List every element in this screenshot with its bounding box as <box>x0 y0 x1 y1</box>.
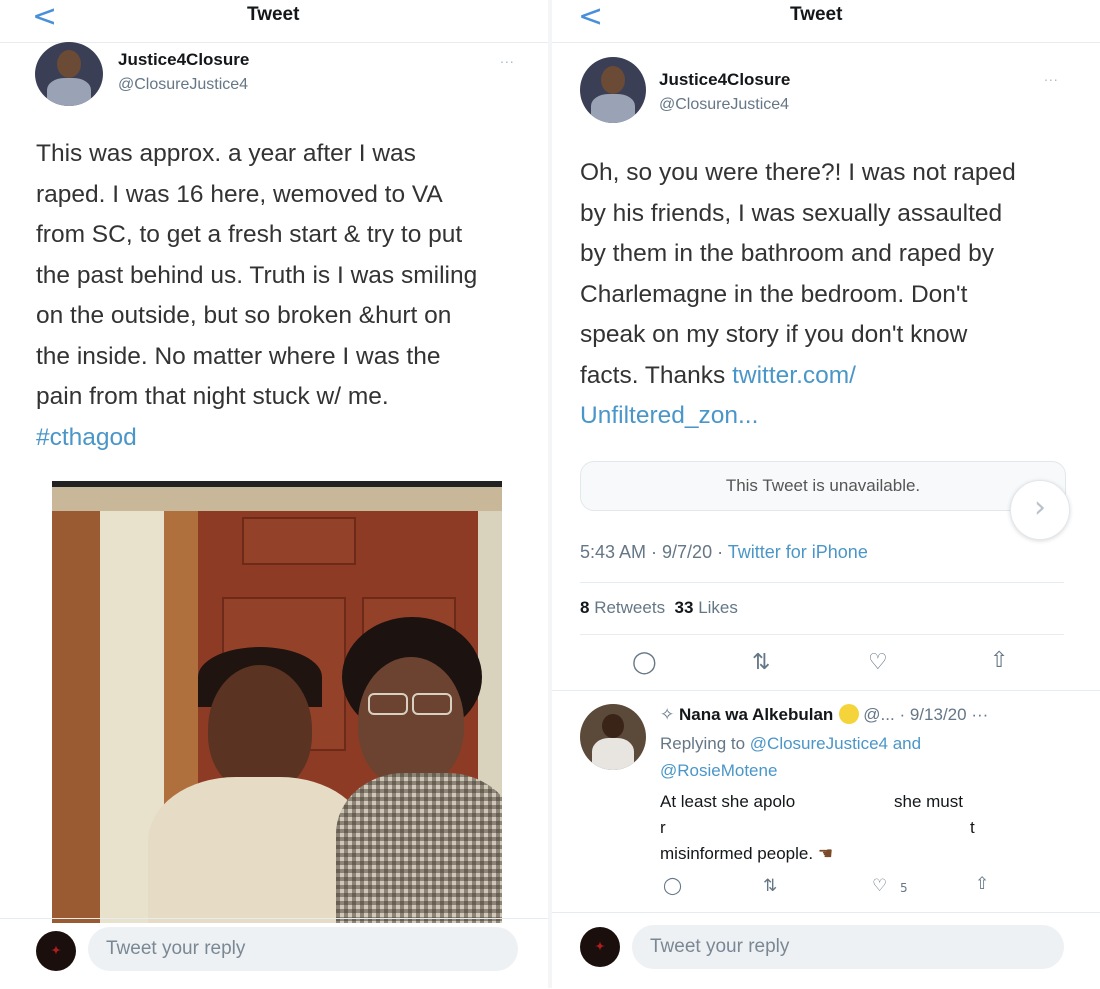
heart-icon[interactable]: ♡ <box>868 652 888 674</box>
tweet-timestamp: 5:43 AM · 9/7/20 · Twitter for iPhone <box>580 542 868 563</box>
share-icon[interactable]: ⇧ <box>975 876 989 893</box>
engagement-stats: 8 Retweets 33 Likes <box>580 598 738 618</box>
tweet-text-line: on the outside, but so broken &hurt on <box>36 302 452 329</box>
replier-name-row: ✧ Nana wa Alkebulan @... · 9/13/20 ··· <box>660 704 988 725</box>
tweet-text-line: the inside. No matter where I was the <box>36 342 441 370</box>
reply-bar: ✦ Tweet your reply <box>0 918 548 988</box>
likes-count[interactable]: 33 <box>675 598 694 617</box>
mention-link[interactable]: @RosieMotene <box>660 761 777 780</box>
tweet-text-line: speak on my story if you don't know <box>580 321 968 348</box>
author-name[interactable]: Justice4Closure <box>118 50 249 70</box>
comment-icon[interactable]: ◯ <box>632 652 657 674</box>
back-chevron-icon[interactable]: < <box>578 2 603 32</box>
reply-text-fragment: she must <box>894 792 963 811</box>
reply-input[interactable]: Tweet your reply <box>632 925 1064 969</box>
quoted-tweet-unavailable[interactable]: This Tweet is unavailable. <box>580 461 1066 511</box>
reply-text-fragment: t <box>970 818 975 837</box>
author-handle[interactable]: @ClosureJustice4 <box>118 76 248 94</box>
mention-link[interactable]: @ClosureJustice4 <box>750 734 888 753</box>
author-handle[interactable]: @ClosureJustice4 <box>659 96 789 114</box>
more-options-icon[interactable]: ... <box>500 50 515 66</box>
nav-title: Tweet <box>247 4 300 25</box>
reply-input[interactable]: Tweet your reply <box>88 927 518 971</box>
tweet-text-line: from SC, to get a fresh start & try to p… <box>36 221 463 248</box>
chevron-right-icon[interactable]: › <box>1010 480 1070 540</box>
replying-and: and <box>887 734 922 753</box>
replying-prefix: Replying to <box>660 734 750 753</box>
reply-text-fragment: misinformed people. <box>660 844 814 863</box>
retweets-count[interactable]: 8 <box>580 598 589 617</box>
source-link[interactable]: Twitter for iPhone <box>728 542 868 562</box>
tweet-text: Oh, so you were there?! I was not raped … <box>580 153 1085 437</box>
muted-icon: ✧ <box>660 705 675 724</box>
hashtag-link[interactable]: #cthagod <box>36 418 536 459</box>
more-options-icon[interactable]: ... <box>1044 68 1059 84</box>
yellow-circle-emoji-icon <box>839 704 860 724</box>
retweet-icon[interactable]: ⇅ <box>752 652 770 674</box>
left-tweet-screen: < Tweet Justice4Closure @ClosureJustice4… <box>0 0 548 988</box>
likes-label[interactable]: Likes <box>698 598 738 617</box>
reply-text-fragment: r <box>660 818 666 837</box>
current-user-avatar: ✦ <box>580 927 620 967</box>
tweet-link-continued[interactable]: Unfiltered_zon... <box>580 396 1085 437</box>
tweet-link[interactable]: twitter.com/ <box>732 362 856 389</box>
time-text: 5:43 AM · 9/7/20 · <box>580 542 728 562</box>
tweet-text-line: This was approx. a year after I was <box>36 140 416 167</box>
tweet-photo[interactable] <box>52 481 502 923</box>
reply-text-fragment: At least she apolo <box>660 792 796 811</box>
replier-handle[interactable]: @... <box>863 705 894 724</box>
pointing-emoji-icon: ☚ <box>817 844 834 863</box>
author-avatar[interactable] <box>580 57 646 123</box>
author-avatar[interactable] <box>35 42 103 106</box>
replying-to: Replying to @ClosureJustice4 and @RosieM… <box>660 730 921 784</box>
retweet-icon[interactable]: ⇅ <box>763 878 777 895</box>
current-user-avatar: ✦ <box>36 931 76 971</box>
comment-icon[interactable]: ◯ <box>663 878 682 895</box>
tweet-text-line: Charlemagne in the bedroom. Don't <box>580 280 968 308</box>
reply-like-count: 5 <box>900 881 908 895</box>
reply-text: At least she apolo she must r t misinfor… <box>660 789 1060 867</box>
tweet-text-line: Oh, so you were there?! I was not raped <box>580 159 1016 186</box>
tweet-text: This was approx. a year after I was rape… <box>36 134 536 458</box>
tweet-text-line: by them in the bathroom and raped by <box>580 240 995 267</box>
nav-title: Tweet <box>790 4 843 25</box>
heart-icon[interactable]: ♡ <box>872 878 887 895</box>
reply-bar: ✦ Tweet your reply <box>552 912 1100 989</box>
tweet-text-line: pain from that night stuck w/ me. <box>36 383 389 410</box>
replier-avatar[interactable] <box>580 704 646 770</box>
back-chevron-icon[interactable]: < <box>32 2 57 32</box>
retweets-label[interactable]: Retweets <box>594 598 665 617</box>
tweet-text-line: facts. Thanks <box>580 361 726 389</box>
tweet-text-line: by his friends, I was sexually assaulted <box>580 199 1003 227</box>
nav-bar: < Tweet <box>552 0 1100 43</box>
nav-bar: < Tweet <box>0 0 548 43</box>
tweet-text-line: the past behind us. Truth is I was smili… <box>36 261 478 289</box>
replier-name[interactable]: Nana wa Alkebulan <box>679 705 833 724</box>
more-options-icon[interactable]: ··· <box>971 705 988 724</box>
author-name[interactable]: Justice4Closure <box>659 70 790 90</box>
reply-date: · 9/13/20 <box>899 705 967 724</box>
share-icon[interactable]: ⇧ <box>990 650 1008 672</box>
tweet-text-line: raped. I was 16 here, wemoved to VA <box>36 180 443 208</box>
